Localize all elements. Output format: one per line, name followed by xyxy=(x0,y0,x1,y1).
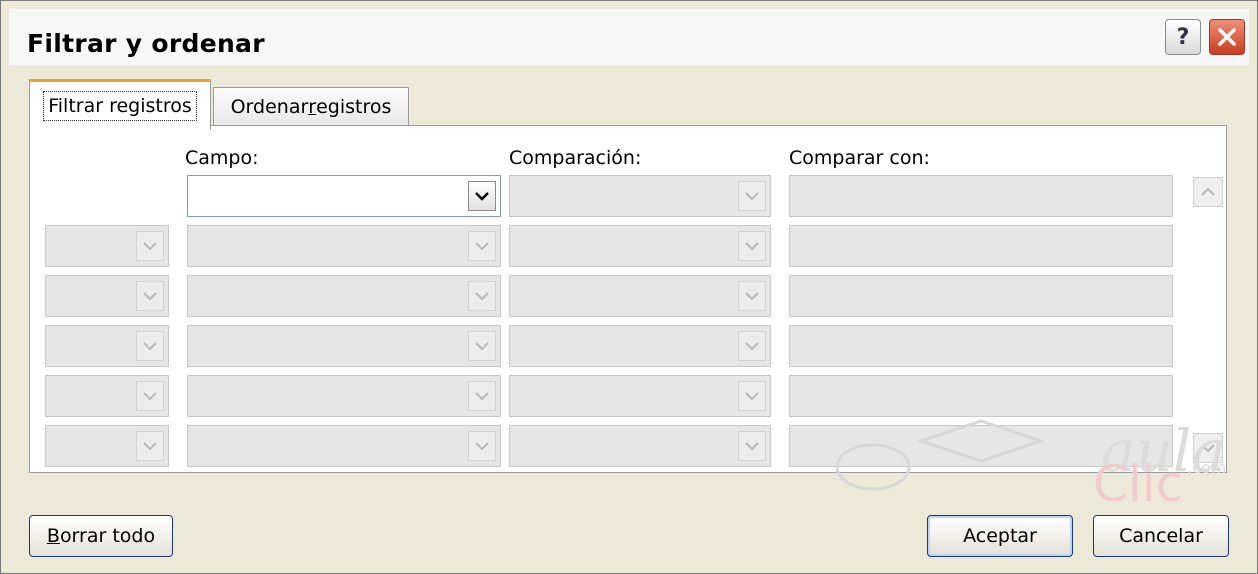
dropdown-arrow-button xyxy=(468,431,496,461)
field-column-label: Campo: xyxy=(185,147,259,169)
dropdown-arrow-button[interactable] xyxy=(468,181,496,211)
chevron-up-icon xyxy=(1201,187,1215,196)
dropdown-arrow-button xyxy=(136,431,164,461)
aulaclic-watermark: aula .com Clic xyxy=(835,417,1226,501)
comparison-select-row-6 xyxy=(509,425,771,467)
tab-sort-records[interactable]: Ordenar r egistros xyxy=(213,87,409,126)
accept-button[interactable]: Aceptar xyxy=(927,515,1073,557)
tab-label-suffix: egistros xyxy=(316,96,392,118)
chevron-down-icon xyxy=(475,242,489,251)
chevron-down-icon xyxy=(475,442,489,451)
operator-select-row-6 xyxy=(45,425,169,467)
chevron-down-icon xyxy=(475,192,489,201)
chevron-down-icon xyxy=(475,292,489,301)
close-icon xyxy=(1218,28,1236,46)
operator-select-row-2 xyxy=(45,225,169,267)
compare-with-column-label: Comparar con: xyxy=(789,147,930,169)
title-bar: Filtrar y ordenar ? xyxy=(9,9,1249,65)
comparison-select-row-1 xyxy=(509,175,771,217)
chevron-down-icon xyxy=(475,392,489,401)
chevron-down-icon xyxy=(745,442,759,451)
field-select-row-5 xyxy=(187,375,501,417)
chevron-down-icon xyxy=(745,292,759,301)
chevron-down-icon xyxy=(143,292,157,301)
watermark-suffix: .com xyxy=(1187,458,1226,477)
comparison-column-label: Comparación: xyxy=(509,147,642,169)
dropdown-arrow-button xyxy=(738,431,766,461)
chevron-down-icon xyxy=(143,442,157,451)
dropdown-arrow-button xyxy=(738,331,766,361)
dialog-title: Filtrar y ordenar xyxy=(27,29,265,58)
watermark-line2: Clic xyxy=(1093,455,1183,501)
dropdown-arrow-button xyxy=(136,231,164,261)
tab-label: Filtrar registros xyxy=(43,91,197,121)
dropdown-arrow-button xyxy=(136,381,164,411)
compare-with-field-row-4 xyxy=(789,325,1173,367)
compare-with-field-row-2 xyxy=(789,225,1173,267)
chevron-down-icon xyxy=(745,192,759,201)
field-select-row-6 xyxy=(187,425,501,467)
field-select-row-1[interactable] xyxy=(187,175,501,217)
operator-select-row-4 xyxy=(45,325,169,367)
tab-label-prefix: Ordenar xyxy=(230,96,309,118)
question-mark-icon: ? xyxy=(1176,24,1190,50)
clear-all-mnemonic: B xyxy=(46,525,60,547)
dropdown-arrow-button xyxy=(468,381,496,411)
accept-label: Aceptar xyxy=(963,525,1037,547)
dropdown-arrow-button xyxy=(136,281,164,311)
dropdown-arrow-button xyxy=(136,331,164,361)
comparison-select-row-4 xyxy=(509,325,771,367)
chevron-down-icon xyxy=(143,342,157,351)
close-button[interactable] xyxy=(1209,19,1245,55)
operator-select-row-3 xyxy=(45,275,169,317)
tab-filter-records[interactable]: Filtrar registros xyxy=(29,79,211,130)
operator-select-row-5 xyxy=(45,375,169,417)
chevron-down-icon xyxy=(745,342,759,351)
comparison-select-row-3 xyxy=(509,275,771,317)
chevron-down-icon xyxy=(143,242,157,251)
filter-sort-dialog: Filtrar y ordenar ? Filtrar registros Or… xyxy=(0,0,1258,574)
clear-all-label: orrar todo xyxy=(59,525,156,547)
chevron-down-icon xyxy=(475,342,489,351)
field-select-row-2 xyxy=(187,225,501,267)
scroll-up-button[interactable] xyxy=(1193,177,1223,207)
dropdown-arrow-button xyxy=(468,281,496,311)
chevron-down-icon xyxy=(745,392,759,401)
dropdown-arrow-button xyxy=(738,231,766,261)
dropdown-arrow-button xyxy=(738,381,766,411)
dropdown-arrow-button xyxy=(468,231,496,261)
dropdown-arrow-button xyxy=(468,331,496,361)
tab-label-mnemonic: r xyxy=(308,96,317,118)
compare-with-field-row-3 xyxy=(789,275,1173,317)
comparison-select-row-2 xyxy=(509,225,771,267)
compare-with-field-row-1 xyxy=(789,175,1173,217)
cancel-button[interactable]: Cancelar xyxy=(1093,515,1229,557)
field-select-row-3 xyxy=(187,275,501,317)
clear-all-button[interactable]: Borrar todo xyxy=(29,515,173,557)
dropdown-arrow-button xyxy=(738,281,766,311)
dropdown-arrow-button xyxy=(738,181,766,211)
help-button[interactable]: ? xyxy=(1165,19,1201,55)
comparison-select-row-5 xyxy=(509,375,771,417)
chevron-down-icon xyxy=(143,392,157,401)
cancel-label: Cancelar xyxy=(1119,525,1203,547)
field-select-row-4 xyxy=(187,325,501,367)
chevron-down-icon xyxy=(745,242,759,251)
